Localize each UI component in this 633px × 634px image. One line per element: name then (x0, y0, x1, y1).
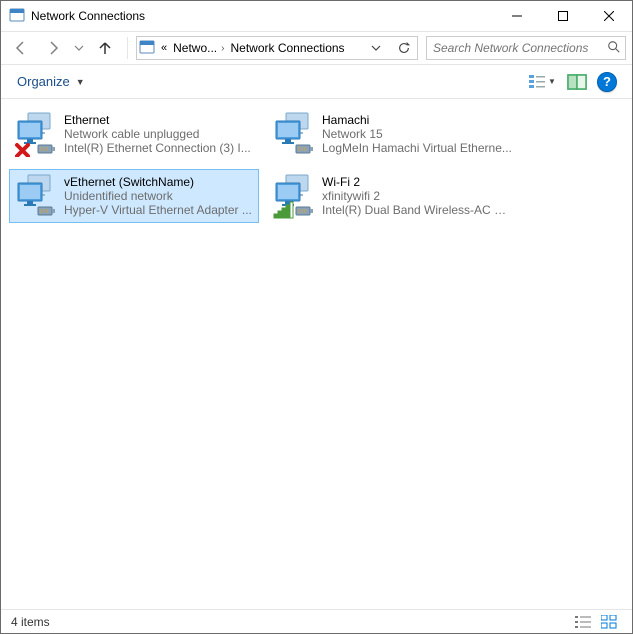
view-options-button[interactable]: ▼ (522, 68, 562, 96)
app-icon (9, 7, 25, 26)
details-view-button[interactable] (570, 615, 596, 629)
network-adapter-icon (14, 173, 56, 219)
connection-status: Unidentified network (64, 189, 252, 203)
tiles-view-button[interactable] (596, 615, 622, 629)
network-adapter-icon (272, 111, 314, 157)
breadcrumb-label: Network Connections (230, 41, 344, 55)
control-panel-icon (139, 39, 155, 58)
connection-name: Hamachi (322, 113, 512, 127)
organize-label: Organize (17, 74, 70, 89)
window-title: Network Connections (31, 9, 494, 23)
address-history-button[interactable] (365, 37, 387, 59)
connection-name: vEthernet (SwitchName) (64, 175, 252, 189)
breadcrumb-item-connections[interactable]: Network Connections (230, 41, 344, 55)
recent-locations-button[interactable] (71, 34, 87, 62)
navbar: « Netwo... › Network Connections (1, 31, 632, 65)
search-box[interactable] (426, 36, 626, 60)
overflow-glyph: « (161, 42, 167, 54)
connection-item[interactable]: vEthernet (SwitchName)Unidentified netwo… (9, 169, 259, 223)
window-buttons (494, 1, 632, 31)
breadcrumb-overflow[interactable]: « (161, 42, 167, 54)
help-button[interactable]: ? (592, 68, 622, 96)
connection-item[interactable]: Wi-Fi 2xfinitywifi 2Intel(R) Dual Band W… (267, 169, 517, 223)
search-input[interactable] (431, 40, 607, 56)
dropdown-arrow-icon: ▼ (548, 77, 556, 86)
connection-item[interactable]: EthernetNetwork cable unpluggedIntel(R) … (9, 107, 259, 161)
separator (127, 37, 128, 59)
connection-text: HamachiNetwork 15LogMeIn Hamachi Virtual… (322, 111, 512, 157)
connection-name: Wi-Fi 2 (322, 175, 512, 189)
network-adapter-icon (272, 173, 314, 219)
address-bar[interactable]: « Netwo... › Network Connections (136, 36, 418, 60)
connection-status: Network cable unplugged (64, 127, 251, 141)
chevron-right-icon: › (221, 43, 224, 54)
connection-name: Ethernet (64, 113, 251, 127)
connection-status: Network 15 (322, 127, 512, 141)
status-bar: 4 items (1, 609, 632, 633)
dropdown-arrow-icon: ▼ (76, 77, 85, 87)
content-area[interactable]: EthernetNetwork cable unpluggedIntel(R) … (1, 99, 632, 609)
network-adapter-icon (14, 111, 56, 157)
window: Network Connections (0, 0, 633, 634)
connection-text: vEthernet (SwitchName)Unidentified netwo… (64, 173, 252, 219)
breadcrumb-label: Netwo... (173, 41, 217, 55)
item-count: 4 items (11, 615, 50, 629)
help-icon: ? (597, 72, 617, 92)
connection-text: EthernetNetwork cable unpluggedIntel(R) … (64, 111, 251, 157)
connection-device: Intel(R) Ethernet Connection (3) I... (64, 141, 251, 155)
connection-device: Intel(R) Dual Band Wireless-AC 72... (322, 203, 512, 217)
close-button[interactable] (586, 1, 632, 31)
titlebar: Network Connections (1, 1, 632, 31)
maximize-button[interactable] (540, 1, 586, 31)
search-icon[interactable] (607, 40, 621, 57)
connection-device: LogMeIn Hamachi Virtual Etherne... (322, 141, 512, 155)
connection-device: Hyper-V Virtual Ethernet Adapter ... (64, 203, 252, 217)
up-button[interactable] (91, 34, 119, 62)
minimize-button[interactable] (494, 1, 540, 31)
command-bar: Organize ▼ ▼ ? (1, 65, 632, 99)
back-button[interactable] (7, 34, 35, 62)
connection-text: Wi-Fi 2xfinitywifi 2Intel(R) Dual Band W… (322, 173, 512, 219)
connection-item[interactable]: HamachiNetwork 15LogMeIn Hamachi Virtual… (267, 107, 517, 161)
preview-pane-button[interactable] (562, 68, 592, 96)
refresh-button[interactable] (393, 37, 415, 59)
forward-button[interactable] (39, 34, 67, 62)
organize-menu-button[interactable]: Organize ▼ (11, 70, 91, 93)
breadcrumb-item-network[interactable]: Netwo... › (173, 41, 224, 55)
connection-status: xfinitywifi 2 (322, 189, 512, 203)
